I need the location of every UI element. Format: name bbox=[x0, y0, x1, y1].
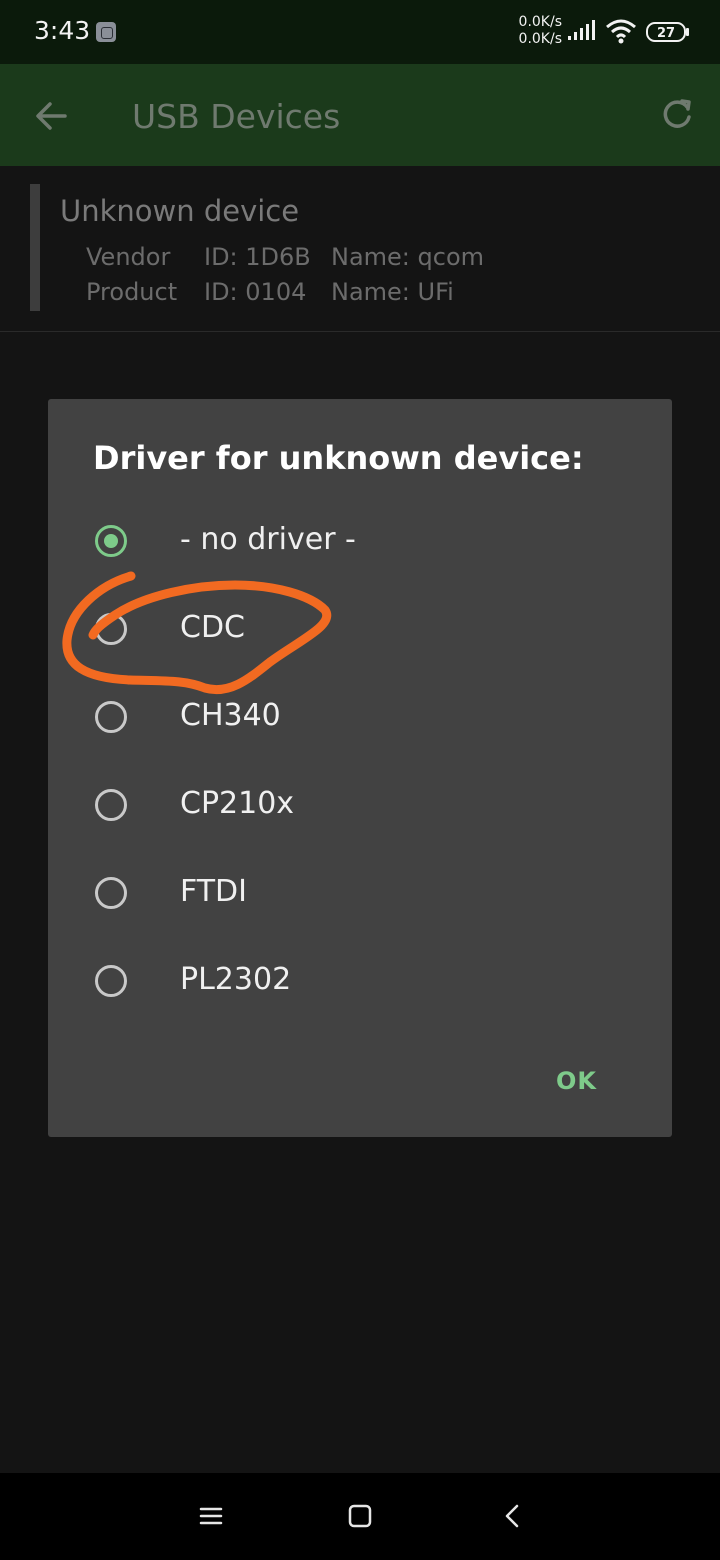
option-ftdi[interactable]: FTDI bbox=[48, 849, 672, 937]
notification-icon bbox=[96, 22, 116, 42]
recents-menu-icon[interactable] bbox=[198, 1503, 224, 1529]
device-card[interactable]: Unknown device Vendor ID: 1D6B Name: qco… bbox=[0, 166, 720, 332]
speed-up: 0.0K/s bbox=[518, 14, 562, 30]
radio-button-selected[interactable] bbox=[95, 525, 127, 557]
wifi-icon bbox=[606, 19, 636, 44]
app-bar: USB Devices bbox=[0, 64, 720, 166]
radio-button[interactable] bbox=[95, 877, 127, 909]
speed-down: 0.0K/s bbox=[518, 31, 562, 47]
option-label: FTDI bbox=[180, 874, 248, 909]
product-name: Name: UFi bbox=[331, 278, 454, 306]
signal-icon bbox=[568, 20, 595, 40]
home-square-icon[interactable] bbox=[347, 1503, 373, 1529]
vendor-label: Vendor bbox=[86, 243, 171, 271]
radio-button[interactable] bbox=[95, 701, 127, 733]
refresh-icon[interactable] bbox=[660, 98, 694, 132]
option-cp210x[interactable]: CP210x bbox=[48, 761, 672, 849]
battery-icon: 27 bbox=[646, 22, 689, 42]
network-speed: 0.0K/s 0.0K/s bbox=[500, 14, 562, 48]
vendor-name: Name: qcom bbox=[331, 243, 485, 271]
back-arrow-icon[interactable] bbox=[34, 99, 68, 133]
radio-button[interactable] bbox=[95, 789, 127, 821]
radio-button[interactable] bbox=[95, 965, 127, 997]
option-label: - no driver - bbox=[180, 522, 356, 557]
ok-button[interactable]: OK bbox=[556, 1067, 597, 1095]
option-label: CP210x bbox=[180, 786, 295, 821]
device-accent-bar bbox=[30, 184, 40, 311]
vendor-id: ID: 1D6B bbox=[204, 243, 311, 271]
driver-dialog: Driver for unknown device: - no driver -… bbox=[48, 399, 672, 1137]
system-nav-bar bbox=[0, 1473, 720, 1560]
back-chevron-icon[interactable] bbox=[500, 1503, 526, 1529]
status-time: 3:43 bbox=[34, 16, 91, 45]
dialog-title: Driver for unknown device: bbox=[93, 439, 584, 477]
option-pl2302[interactable]: PL2302 bbox=[48, 937, 672, 1025]
device-name: Unknown device bbox=[60, 194, 300, 228]
status-bar: 3:43 0.0K/s 0.0K/s 27 bbox=[0, 0, 720, 64]
product-id: ID: 0104 bbox=[204, 278, 307, 306]
page-title: USB Devices bbox=[132, 97, 341, 136]
product-label: Product bbox=[86, 278, 178, 306]
battery-level: 27 bbox=[657, 26, 675, 41]
annotation-circle bbox=[62, 571, 332, 694]
option-label: PL2302 bbox=[180, 962, 292, 997]
